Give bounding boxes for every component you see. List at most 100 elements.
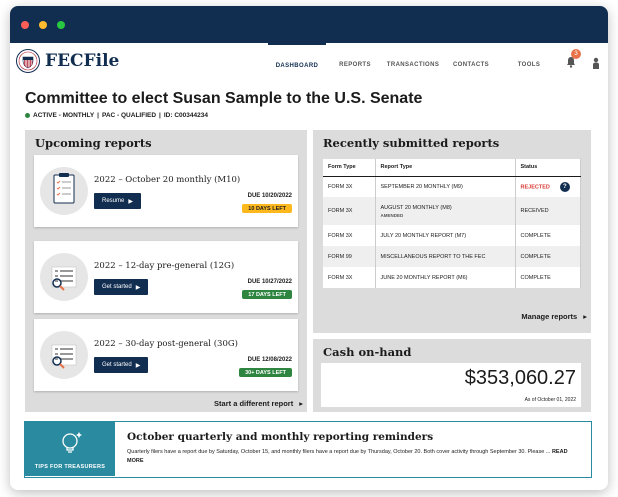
close-window-dot[interactable] bbox=[21, 20, 29, 29]
due-date: DUE 10/27/2022 bbox=[247, 279, 292, 285]
manage-reports-link[interactable]: Manage reports ▸ bbox=[521, 312, 587, 321]
table-row[interactable]: FORM 3X SEPTEMBER 20 MONTHLY (M9) REJECT… bbox=[323, 176, 581, 197]
button-label: Get started bbox=[102, 284, 132, 290]
report-search-icon bbox=[40, 331, 88, 379]
user-menu-button[interactable] bbox=[592, 56, 600, 74]
nav-dashboard[interactable]: DASHBOARD bbox=[268, 43, 326, 87]
tips-label: TIPS FOR TREASURERS bbox=[34, 464, 106, 470]
upcoming-reports-panel: Upcoming reports 2022 – October 20 month… bbox=[25, 130, 307, 412]
column-header[interactable]: Form Type bbox=[323, 159, 376, 177]
due-date: DUE 12/08/2022 bbox=[247, 357, 292, 363]
report-card: 2022 – 30-day post-general (30G) Get sta… bbox=[34, 319, 298, 391]
recent-reports-table: Form Type Report Type Status FORM 3X SEP… bbox=[323, 159, 581, 288]
separator: | bbox=[97, 112, 99, 119]
start-different-report-link[interactable]: Start a different report ▸ bbox=[214, 399, 303, 408]
brand-name: FECFile bbox=[45, 51, 120, 71]
upcoming-reports-title: Upcoming reports bbox=[35, 136, 152, 150]
nav-links: DASHBOARD REPORTS TRANSACTIONS CONTACTS … bbox=[268, 43, 558, 87]
button-label: Get started bbox=[102, 362, 132, 368]
cash-on-hand-panel: Cash on-hand $353,060.27 As of October 0… bbox=[313, 339, 591, 412]
cash-amount: $353,060.27 bbox=[464, 367, 576, 389]
committee-status: ACTIVE - MONTHLY bbox=[33, 112, 95, 119]
due-date: DUE 10/20/2022 bbox=[247, 193, 292, 199]
lightbulb-icon bbox=[62, 432, 82, 453]
link-label: Start a different report bbox=[214, 399, 294, 408]
status-cell: COMPLETE bbox=[515, 225, 581, 246]
status-cell: REJECTED? bbox=[515, 176, 581, 197]
table-row[interactable]: FORM 3X JULY 20 MONTHLY REPORT (M7) COMP… bbox=[323, 225, 581, 246]
report-document-icon bbox=[40, 167, 88, 215]
report-card: 2022 – 12-day pre-general (12G) Get star… bbox=[34, 241, 298, 313]
resume-button[interactable]: Resume ▶ bbox=[94, 193, 141, 209]
table-row[interactable]: FORM 3X AUGUST 20 MONTHLY (M8) AMENDED RE… bbox=[323, 197, 581, 225]
separator: | bbox=[159, 112, 161, 119]
fec-seal-icon bbox=[16, 49, 40, 73]
form-type-cell: FORM 3X bbox=[323, 225, 376, 246]
tips-body-text: Quarterly filers have a report due by Sa… bbox=[127, 449, 551, 455]
status-cell: COMPLETE bbox=[515, 246, 581, 267]
chevron-right-icon: ▸ bbox=[583, 312, 587, 321]
user-icon bbox=[593, 57, 599, 69]
nav-reports[interactable]: REPORTS bbox=[326, 43, 384, 87]
help-question-icon[interactable]: ? bbox=[559, 181, 570, 192]
tips-body: Quarterly filers have a report due by Sa… bbox=[127, 448, 582, 466]
chevron-right-icon: ▸ bbox=[299, 399, 303, 408]
report-type-cell: MISCELLANEOUS REPORT TO THE FEC bbox=[375, 246, 516, 267]
cash-box: $353,060.27 As of October 01, 2022 bbox=[321, 363, 581, 407]
status-rejected: REJECTED bbox=[520, 184, 550, 191]
maximize-window-dot[interactable] bbox=[57, 20, 65, 29]
table-row[interactable]: FORM 3X JUNE 20 MONTHLY REPORT (M6) COMP… bbox=[323, 267, 581, 288]
days-left-badge: 17 DAYS LEFT bbox=[242, 290, 292, 299]
window-titlebar bbox=[10, 6, 608, 43]
link-label: Manage reports bbox=[521, 312, 578, 321]
play-arrow-icon: ▶ bbox=[135, 362, 141, 369]
amended-tag: AMENDED bbox=[380, 212, 404, 218]
notifications-button[interactable]: 3 bbox=[566, 49, 581, 73]
recent-reports-title: Recently submitted reports bbox=[323, 136, 500, 150]
tips-title: October quarterly and monthly reporting … bbox=[127, 431, 434, 443]
app-window: FECFile DASHBOARD REPORTS TRANSACTIONS C… bbox=[10, 6, 608, 490]
page-title: Committee to elect Susan Sample to the U… bbox=[25, 90, 423, 107]
committee-status-line: ACTIVE - MONTHLY | PAC - QUALIFIED | ID:… bbox=[25, 112, 208, 119]
report-name: 2022 – October 20 monthly (M10) bbox=[94, 175, 241, 185]
minimize-window-dot[interactable] bbox=[39, 20, 47, 29]
tips-icon-block: TIPS FOR TREASURERS bbox=[25, 422, 115, 476]
nav-contacts[interactable]: CONTACTS bbox=[442, 43, 500, 87]
status-cell: RECEIVED bbox=[515, 197, 581, 225]
table-header-row: Form Type Report Type Status bbox=[323, 159, 581, 177]
report-name: 2022 – 30-day post-general (30G) bbox=[94, 339, 238, 349]
report-type-cell: SEPTEMBER 20 MONTHLY (M9) bbox=[375, 176, 516, 197]
play-arrow-icon: ▶ bbox=[128, 198, 133, 205]
report-card: 2022 – October 20 monthly (M10) Resume ▶… bbox=[34, 155, 298, 227]
tips-for-treasurers-banner: TIPS FOR TREASURERS October quarterly an… bbox=[24, 421, 592, 478]
brand-logo[interactable]: FECFile bbox=[16, 49, 119, 73]
get-started-button[interactable]: Get started ▶ bbox=[94, 357, 149, 373]
column-header[interactable]: Status bbox=[515, 159, 581, 177]
report-name: 2022 – 12-day pre-general (12G) bbox=[94, 261, 235, 271]
report-type-cell: JUNE 20 MONTHLY REPORT (M6) bbox=[375, 267, 516, 288]
report-type-label: AUGUST 20 MONTHLY (M8) bbox=[380, 204, 452, 211]
report-search-icon bbox=[40, 253, 88, 301]
form-type-cell: FORM 3X bbox=[323, 267, 376, 288]
nav-tools[interactable]: TOOLS bbox=[500, 43, 558, 87]
form-type-cell: FORM 3X bbox=[323, 176, 376, 197]
top-navigation: FECFile DASHBOARD REPORTS TRANSACTIONS C… bbox=[10, 43, 608, 87]
report-type-cell: JULY 20 MONTHLY REPORT (M7) bbox=[375, 225, 516, 246]
committee-id: ID: C00344234 bbox=[163, 112, 208, 119]
notification-count-badge: 3 bbox=[571, 49, 581, 59]
form-type-cell: FORM 3X bbox=[323, 197, 376, 225]
button-label: Resume bbox=[102, 198, 125, 204]
report-type-cell: AUGUST 20 MONTHLY (M8) AMENDED bbox=[375, 197, 516, 225]
play-arrow-icon: ▶ bbox=[135, 284, 141, 291]
column-header[interactable]: Report Type bbox=[375, 159, 516, 177]
days-left-badge: 30+ DAYS LEFT bbox=[239, 368, 292, 377]
get-started-button[interactable]: Get started ▶ bbox=[94, 279, 149, 295]
status-cell: COMPLETE bbox=[515, 267, 581, 288]
committee-type: PAC - QUALIFIED bbox=[101, 112, 157, 119]
days-left-badge: 10 DAYS LEFT bbox=[242, 204, 292, 213]
form-type-cell: FORM 99 bbox=[323, 246, 376, 267]
cash-as-of-date: As of October 01, 2022 bbox=[524, 397, 576, 403]
recent-reports-panel: Recently submitted reports Form Type Rep… bbox=[313, 130, 591, 333]
nav-transactions[interactable]: TRANSACTIONS bbox=[384, 43, 442, 87]
table-row[interactable]: FORM 99 MISCELLANEOUS REPORT TO THE FEC … bbox=[323, 246, 581, 267]
